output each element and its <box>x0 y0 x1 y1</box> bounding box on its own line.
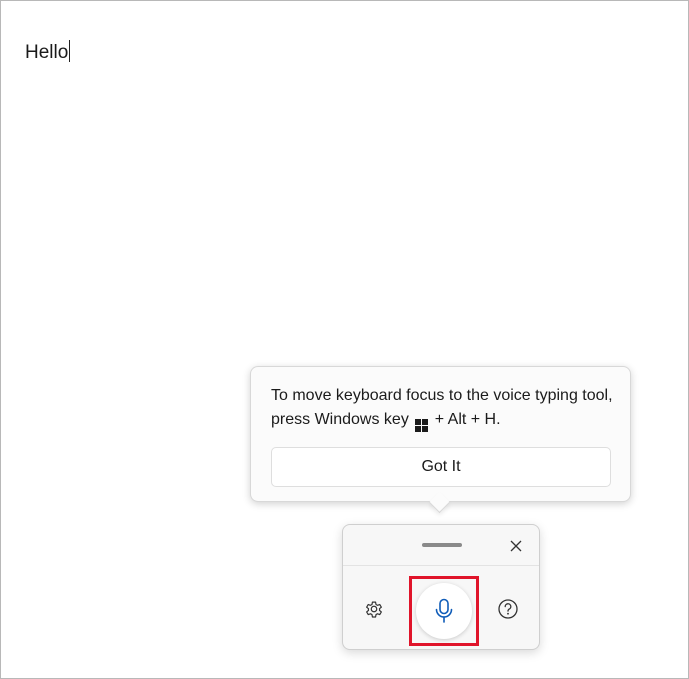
microphone-button[interactable] <box>416 583 472 639</box>
settings-button[interactable] <box>360 595 388 623</box>
teaching-tip-message: To move keyboard focus to the voice typi… <box>271 384 616 432</box>
document-text[interactable]: Hello <box>25 40 71 65</box>
text-caret <box>69 40 71 62</box>
document-content: Hello <box>25 42 69 63</box>
windows-key-icon <box>415 419 429 432</box>
close-icon <box>510 540 522 552</box>
got-it-button[interactable]: Got It <box>271 447 611 487</box>
voice-typing-panel <box>342 524 540 650</box>
drag-handle[interactable] <box>422 543 462 547</box>
teaching-tip: To move keyboard focus to the voice typi… <box>250 366 631 514</box>
microphone-icon <box>435 598 453 623</box>
help-button[interactable] <box>494 595 522 623</box>
gear-icon <box>366 601 382 618</box>
help-icon <box>498 599 518 619</box>
voice-typing-header <box>343 525 539 566</box>
teaching-tip-message-part2: + Alt + H. <box>434 411 501 428</box>
close-button[interactable] <box>506 536 526 556</box>
